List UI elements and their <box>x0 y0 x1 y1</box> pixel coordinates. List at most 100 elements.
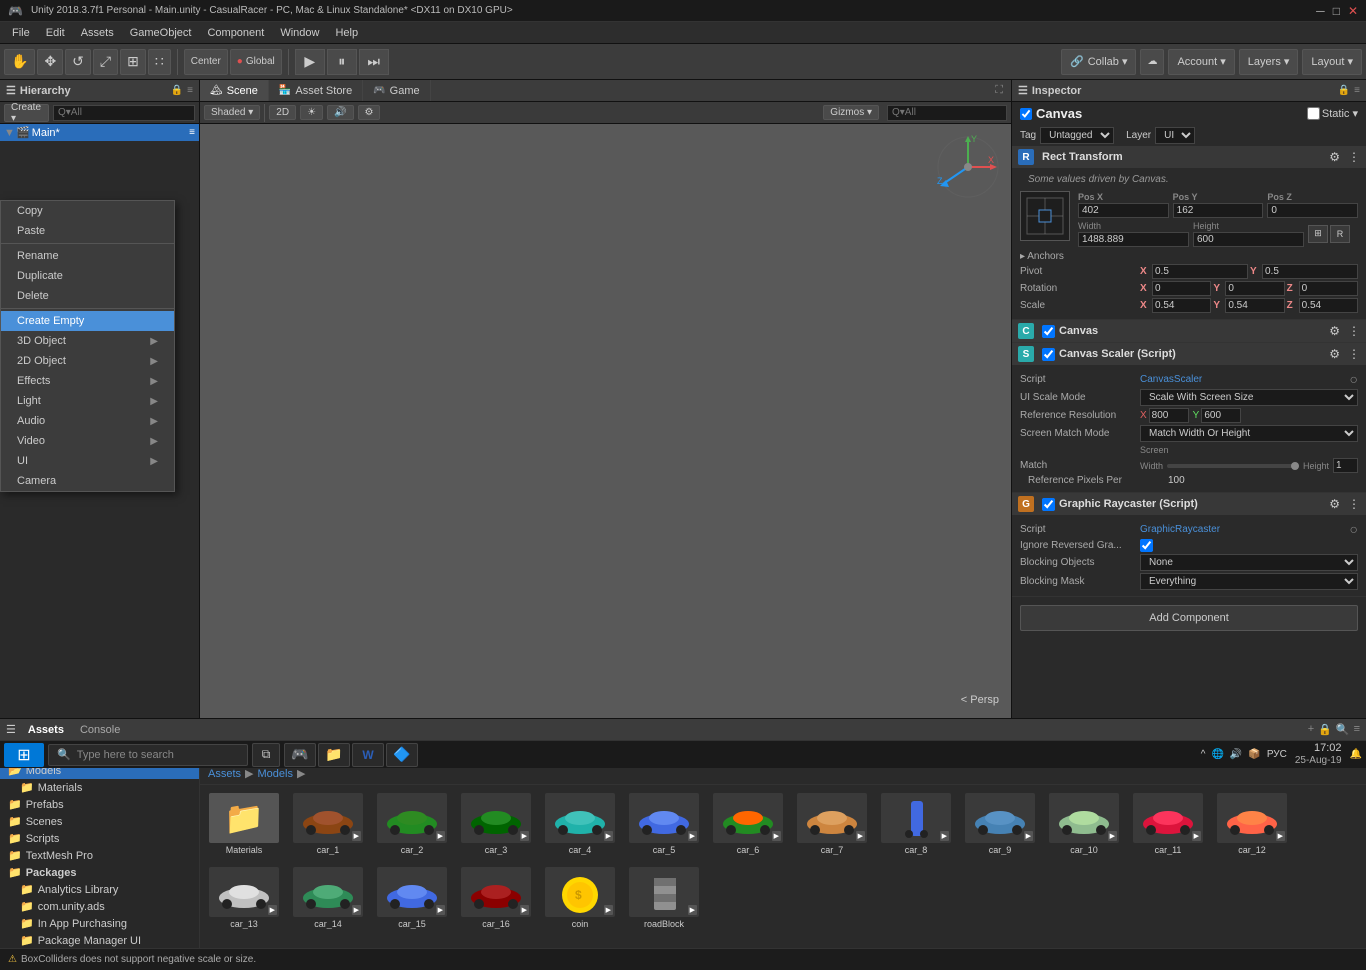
collab-button[interactable]: 🔗 Collab ▾ <box>1061 49 1136 75</box>
start-button[interactable]: ⊞ <box>4 743 44 767</box>
screen-match-dropdown[interactable]: Match Width Or Height <box>1140 425 1358 442</box>
canvas-scaler-header[interactable]: S Canvas Scaler (Script) ⚙ ⋮ <box>1012 343 1366 365</box>
center-pivot-button[interactable]: Center <box>184 49 228 75</box>
asset-car4[interactable]: ▶ car_4 <box>540 789 620 859</box>
pause-button[interactable]: ⏸ <box>327 49 357 75</box>
tool-hand[interactable]: ✋ <box>4 49 35 75</box>
ctx-rename[interactable]: Rename <box>1 246 174 266</box>
asset-car13[interactable]: ▶ car_13 <box>204 863 284 933</box>
shading-dropdown[interactable]: Shaded ▾ <box>204 105 260 120</box>
2d-button[interactable]: 2D <box>269 105 296 120</box>
match-slider-track[interactable] <box>1167 464 1299 468</box>
tree-item-textmesh[interactable]: 📁 TextMesh Pro <box>0 847 199 864</box>
tree-item-materials[interactable]: 📁 Materials <box>0 779 199 796</box>
step-button[interactable]: ⏭ <box>359 49 389 75</box>
ctx-ui[interactable]: UI ▶ <box>1 451 174 471</box>
console-tab[interactable]: Console <box>80 724 120 736</box>
unity-hub-taskbar-app[interactable]: 🔷 <box>386 743 418 767</box>
rect-transform-settings-icon[interactable]: ⚙ <box>1329 150 1340 164</box>
gizmos-dropdown[interactable]: Gizmos ▾ <box>823 105 879 120</box>
asset-car2[interactable]: ▶ car_2 <box>372 789 452 859</box>
global-local-button[interactable]: ● Global <box>230 49 282 75</box>
tree-item-ads[interactable]: 📁 com.unity.ads <box>0 898 199 915</box>
hierarchy-lock-icon[interactable]: 🔒 <box>171 85 183 96</box>
asset-car5[interactable]: ▶ car_5 <box>624 789 704 859</box>
assets-tab[interactable]: Assets <box>28 724 64 736</box>
asset-car3[interactable]: ▶ car_3 <box>456 789 536 859</box>
asset-materials-folder[interactable]: 📁 Materials <box>204 789 284 859</box>
component-enabled-checkbox[interactable] <box>1020 108 1032 120</box>
hierarchy-search[interactable] <box>53 105 195 121</box>
ignore-reversed-checkbox[interactable] <box>1140 539 1153 552</box>
canvas-overflow-icon[interactable]: ⋮ <box>1348 324 1360 338</box>
tree-item-pkgmgr[interactable]: 📁 Package Manager UI <box>0 932 199 948</box>
script-circle-icon[interactable]: ○ <box>1350 371 1358 387</box>
anchor-preview[interactable] <box>1020 191 1070 241</box>
ctx-effects[interactable]: Effects ▶ <box>1 371 174 391</box>
blocking-mask-dropdown[interactable]: Everything <box>1140 573 1358 590</box>
static-checkbox[interactable] <box>1307 107 1320 120</box>
asset-car8[interactable]: ▶ car_8 <box>876 789 956 859</box>
menu-assets[interactable]: Assets <box>73 25 122 41</box>
tag-dropdown[interactable]: Untagged <box>1040 127 1114 144</box>
project-search-icon[interactable]: 🔍 <box>1336 723 1350 736</box>
ctx-delete[interactable]: Delete <box>1 286 174 306</box>
play-button[interactable]: ▶ <box>295 49 325 75</box>
pivot-x-input[interactable] <box>1152 264 1248 279</box>
tool-rotate[interactable]: ↺ <box>65 49 91 75</box>
project-lock-icon[interactable]: 🔒 <box>1318 723 1332 736</box>
taskbar-search[interactable]: 🔍 Type here to search <box>48 744 248 766</box>
task-view-button[interactable]: ⧉ <box>252 743 280 767</box>
maximize-button[interactable]: □ <box>1333 4 1340 18</box>
scene-viewport[interactable]: Y Z X < Persp <box>200 124 1011 718</box>
pos-y-input[interactable] <box>1173 203 1264 218</box>
rect-transform-header[interactable]: R Rect Transform ⚙ ⋮ <box>1012 146 1366 168</box>
rot-x-input[interactable] <box>1152 281 1211 296</box>
asset-coin[interactable]: $ ▶ coin <box>540 863 620 933</box>
tab-asset-store[interactable]: 🏪 Asset Store <box>269 80 363 101</box>
hierarchy-create-button[interactable]: Create ▾ <box>4 104 49 122</box>
inspector-menu-icon[interactable]: ≡ <box>1354 85 1360 96</box>
tree-item-scripts[interactable]: 📁 Scripts <box>0 830 199 847</box>
canvas-scaler-enabled[interactable] <box>1042 348 1055 361</box>
canvas-enabled-checkbox[interactable] <box>1042 325 1055 338</box>
project-menu-icon[interactable]: ≡ <box>1354 723 1360 736</box>
gr-settings-icon[interactable]: ⚙ <box>1329 497 1340 511</box>
match-slider-thumb[interactable] <box>1291 462 1299 470</box>
vfx-button[interactable]: ⚙ <box>358 105 381 120</box>
tool-rect[interactable]: ⊞ <box>120 49 146 75</box>
ctx-light[interactable]: Light ▶ <box>1 391 174 411</box>
graphic-raycaster-enabled[interactable] <box>1042 498 1055 511</box>
blueprint-button[interactable]: ⊞ <box>1308 225 1328 243</box>
tree-item-scenes[interactable]: 📁 Scenes <box>0 813 199 830</box>
menu-edit[interactable]: Edit <box>38 25 73 41</box>
rect-transform-overflow-icon[interactable]: ⋮ <box>1348 150 1360 164</box>
tray-arrow[interactable]: ^ <box>1201 749 1206 760</box>
canvas-scaler-settings-icon[interactable]: ⚙ <box>1329 347 1340 361</box>
ctx-2d-object[interactable]: 2D Object ▶ <box>1 351 174 371</box>
lighting-button[interactable]: ☀ <box>300 105 323 120</box>
breadcrumb-assets[interactable]: Assets <box>208 768 241 780</box>
script-value[interactable]: CanvasScaler <box>1140 374 1350 385</box>
scale-z-input[interactable] <box>1299 298 1358 313</box>
create-asset-icon[interactable]: + <box>1308 723 1314 736</box>
layer-dropdown[interactable]: UI <box>1155 127 1195 144</box>
menu-help[interactable]: Help <box>327 25 366 41</box>
ctx-camera[interactable]: Camera <box>1 471 174 491</box>
tree-item-analytics[interactable]: 📁 Analytics Library <box>0 881 199 898</box>
canvas-component-header[interactable]: C Canvas ⚙ ⋮ <box>1012 320 1366 342</box>
canvas-settings-icon[interactable]: ⚙ <box>1329 324 1340 338</box>
menu-file[interactable]: File <box>4 25 38 41</box>
reset-button[interactable]: R <box>1330 225 1350 243</box>
tree-item-prefabs[interactable]: 📁 Prefabs <box>0 796 199 813</box>
blocking-objects-dropdown[interactable]: None <box>1140 554 1358 571</box>
asset-car14[interactable]: ▶ car_14 <box>288 863 368 933</box>
ctx-create-empty[interactable]: Create Empty <box>1 311 174 331</box>
ui-scale-dropdown[interactable]: Scale With Screen Size <box>1140 389 1358 406</box>
layout-button[interactable]: Layout ▾ <box>1302 49 1362 75</box>
tab-game[interactable]: 🎮 Game <box>363 80 430 101</box>
scale-x-input[interactable] <box>1152 298 1211 313</box>
asset-car6[interactable]: ▶ car_6 <box>708 789 788 859</box>
ref-x-input[interactable] <box>1149 408 1189 423</box>
asset-car9[interactable]: ▶ car_9 <box>960 789 1040 859</box>
